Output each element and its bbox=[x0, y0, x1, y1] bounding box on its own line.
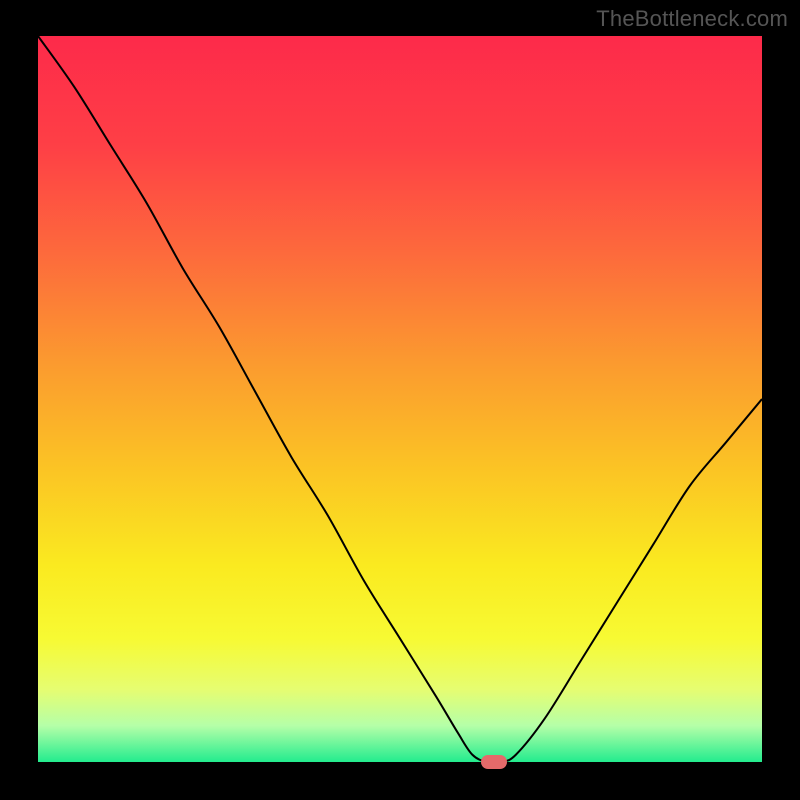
optimal-point-marker bbox=[481, 755, 507, 769]
bottleneck-curve-chart bbox=[38, 36, 762, 762]
plot-area bbox=[38, 36, 762, 762]
chart-container: TheBottleneck.com bbox=[0, 0, 800, 800]
gradient-background bbox=[38, 36, 762, 762]
watermark-text: TheBottleneck.com bbox=[596, 6, 788, 32]
